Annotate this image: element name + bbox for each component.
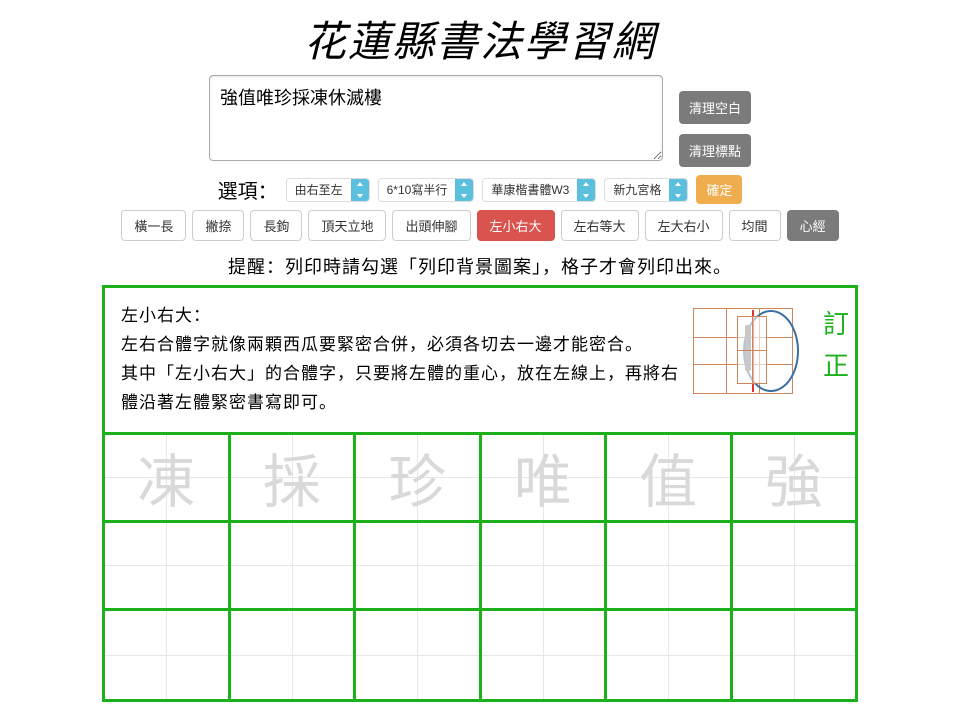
style-btn-junjian[interactable]: 均間 <box>729 210 781 241</box>
practice-cell <box>231 523 357 608</box>
style-btn-changgou[interactable]: 長鉤 <box>250 210 302 241</box>
practice-char: 珍 <box>388 435 446 519</box>
practice-cell: 珍 <box>356 435 482 520</box>
practice-cell: 採 <box>231 435 357 520</box>
direction-select[interactable]: 由右至左 <box>286 178 370 202</box>
updown-icon <box>577 178 595 202</box>
practice-cell: 凍 <box>105 435 231 520</box>
practice-cell <box>607 523 733 608</box>
practice-char: 凍 <box>137 435 195 519</box>
print-reminder: 提醒：列印時請勾選「列印背景圖案」，格子才會列印出來。 <box>0 251 960 285</box>
practice-cell <box>356 611 482 699</box>
updown-icon <box>351 178 369 202</box>
practice-cell <box>105 611 231 699</box>
grid-style-select[interactable]: 新九宮格 <box>604 178 688 202</box>
page-title: 花蓮縣書法學習網 <box>0 0 960 71</box>
style-btn-dingtian[interactable]: 頂天立地 <box>308 210 386 241</box>
correction-label: 訂正 <box>817 288 855 387</box>
practice-cell <box>231 611 357 699</box>
grid-style-select-value: 新九宮格 <box>605 181 669 198</box>
practice-char: 唯 <box>514 435 572 519</box>
style-btn-zdyx[interactable]: 左大右小 <box>645 210 723 241</box>
practice-sheet: 左小右大： 左右合體字就像兩顆西瓜要緊密合併，必須各切去一邊才能密合。 其中「左… <box>102 285 858 702</box>
font-select-value: 華康楷書體W3 <box>483 181 577 198</box>
practice-cell: 強 <box>733 435 856 520</box>
updown-icon <box>669 178 687 202</box>
style-btn-xinjing[interactable]: 心經 <box>787 210 839 241</box>
structure-diagram <box>693 298 813 404</box>
clear-punct-button[interactable]: 清理標點 <box>679 134 751 167</box>
practice-char: 值 <box>639 435 697 519</box>
direction-select-value: 由右至左 <box>287 181 351 198</box>
font-select[interactable]: 華康楷書體W3 <box>482 178 596 202</box>
practice-char: 採 <box>263 435 321 519</box>
style-btn-zxyd[interactable]: 左小右大 <box>477 210 555 241</box>
practice-cell: 唯 <box>482 435 608 520</box>
instruction-text: 左小右大： 左右合體字就像兩顆西瓜要緊密合併，必須各切去一邊才能密合。 其中「左… <box>105 288 693 432</box>
style-btn-chutou[interactable]: 出頭伸腳 <box>392 210 470 241</box>
practice-cell <box>105 523 231 608</box>
options-label: 選項： <box>218 175 278 204</box>
style-btn-heng[interactable]: 橫一長 <box>121 210 186 241</box>
practice-cell <box>607 611 733 699</box>
confirm-button[interactable]: 確定 <box>696 175 742 204</box>
style-btn-zydd[interactable]: 左右等大 <box>561 210 639 241</box>
practice-cell: 值 <box>607 435 733 520</box>
practice-cell <box>733 611 856 699</box>
layout-select[interactable]: 6*10寫半行 <box>378 178 475 202</box>
practice-cell <box>482 523 608 608</box>
practice-cell <box>482 611 608 699</box>
practice-cell <box>733 523 856 608</box>
layout-select-value: 6*10寫半行 <box>379 181 456 198</box>
clear-blank-button[interactable]: 清理空白 <box>679 91 751 124</box>
text-input[interactable]: 強值唯珍採凍休滅樓 <box>209 75 663 161</box>
updown-icon <box>455 178 473 202</box>
instruction-line: 左右合體字就像兩顆西瓜要緊密合併，必須各切去一邊才能密合。 <box>121 335 643 354</box>
practice-cell <box>356 523 482 608</box>
practice-char: 強 <box>765 435 823 519</box>
style-btn-piena[interactable]: 撇捺 <box>192 210 244 241</box>
instruction-heading: 左小右大： <box>121 306 211 325</box>
instruction-line: 其中「左小右大」的合體字，只要將左體的重心，放在左線上，再將右體沿著左體緊密書寫… <box>121 364 679 412</box>
